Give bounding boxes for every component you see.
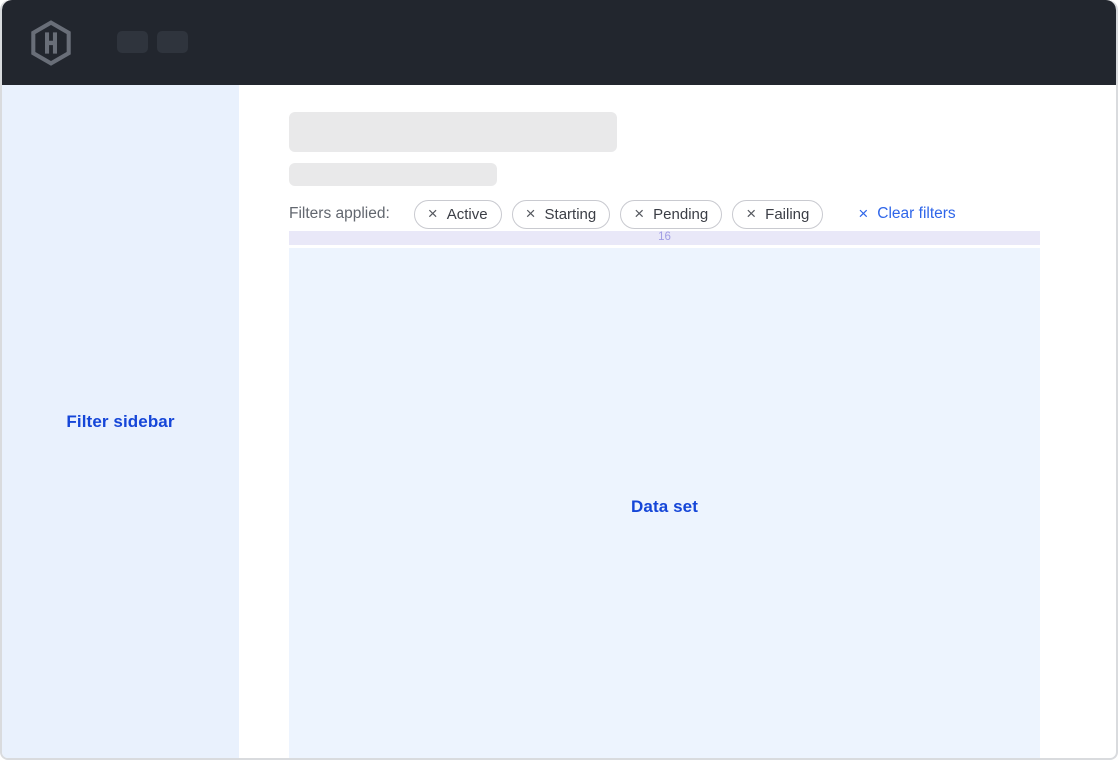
- data-set-label: Data set: [631, 497, 698, 517]
- remove-icon[interactable]: ×: [526, 205, 536, 222]
- clear-icon[interactable]: ×: [858, 205, 868, 222]
- top-nav: [2, 0, 1116, 85]
- nav-placeholder-1: [117, 31, 148, 53]
- filter-chip-label: Starting: [545, 206, 597, 223]
- page-subtitle-placeholder: [289, 163, 497, 186]
- main-content: Filters applied: × Active × Starting × P…: [289, 85, 1040, 758]
- nav-placeholder-2: [157, 31, 188, 53]
- hashicorp-logo-icon: [29, 20, 73, 66]
- result-count: 16: [658, 232, 671, 244]
- filters-applied-row: Filters applied: × Active × Starting × P…: [289, 199, 1040, 229]
- filter-chip-label: Active: [447, 206, 488, 223]
- remove-icon[interactable]: ×: [428, 205, 438, 222]
- app-window: Filter sidebar Filters applied: × Active…: [0, 0, 1118, 760]
- filter-chip-label: Pending: [653, 206, 708, 223]
- filter-chip-active[interactable]: × Active: [414, 200, 502, 229]
- filter-sidebar: Filter sidebar: [2, 85, 239, 758]
- filter-chip-failing[interactable]: × Failing: [732, 200, 823, 229]
- clear-filters-link[interactable]: × Clear filters: [858, 205, 955, 223]
- remove-icon[interactable]: ×: [634, 205, 644, 222]
- clear-filters-label: Clear filters: [877, 205, 955, 223]
- data-set-region: Data set: [289, 248, 1040, 758]
- filter-chip-starting[interactable]: × Starting: [512, 200, 611, 229]
- filter-sidebar-label: Filter sidebar: [66, 412, 174, 432]
- filters-applied-label: Filters applied:: [289, 205, 390, 223]
- remove-icon[interactable]: ×: [746, 205, 756, 222]
- filter-chip-pending[interactable]: × Pending: [620, 200, 722, 229]
- filter-chip-label: Failing: [765, 206, 809, 223]
- page-title-placeholder: [289, 112, 617, 152]
- result-count-strip: 16: [289, 231, 1040, 245]
